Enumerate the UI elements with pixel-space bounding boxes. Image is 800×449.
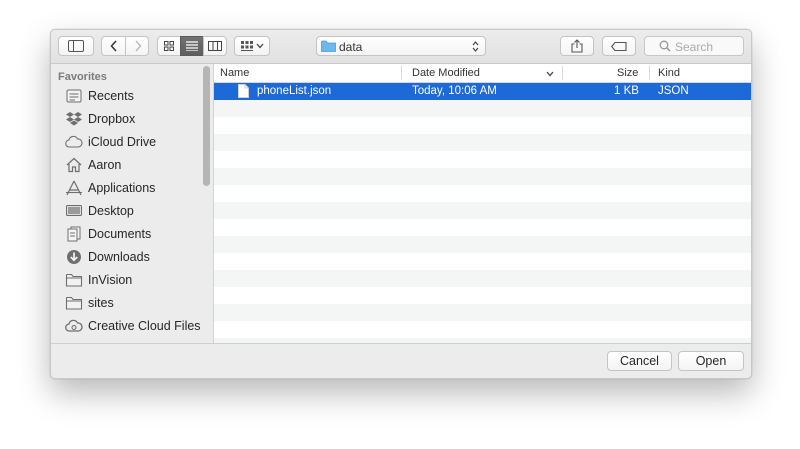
column-name-header[interactable]: Name [220,67,249,79]
empty-row [214,253,751,270]
back-button[interactable] [102,37,126,55]
applications-icon [66,180,82,196]
view-mode-control [157,36,227,56]
sidebar-toggle-button[interactable] [58,36,94,56]
share-icon [571,39,583,53]
share-button[interactable] [560,36,594,56]
sidebar-item-recents[interactable]: Recents [51,85,201,107]
creative-cloud-icon [65,319,83,332]
bottom-bar: Cancel Open [51,343,751,378]
cloud-icon [65,135,83,148]
chevron-down-icon [256,43,263,49]
folder-icon [65,273,83,287]
sidebar-item-label: Recents [88,89,134,103]
empty-row [214,151,751,168]
icon-view-button[interactable] [157,36,181,56]
sidebar-item-label: Downloads [88,250,150,264]
recents-icon [66,89,82,103]
file-kind: JSON [658,85,689,97]
column-view-button[interactable] [203,36,227,56]
back-forward-control [101,36,149,56]
search-icon [659,40,671,52]
empty-row [214,304,751,321]
sidebar-item-applications[interactable]: Applications [51,177,201,199]
sidebar: Favorites Recents Dropbox iCloud Drive A… [51,64,214,343]
empty-row [214,321,751,338]
tag-button[interactable] [602,36,636,56]
list-view-button[interactable] [180,36,204,56]
sidebar-item-label: Documents [88,227,152,241]
sidebar-item-label: iCloud Drive [88,135,157,149]
desktop-icon [66,205,82,216]
path-folder-label: data [339,40,363,54]
documents-icon [67,226,81,242]
empty-row [214,219,751,236]
empty-row [214,100,751,117]
sidebar-item-sites[interactable]: sites [51,292,201,314]
sidebar-item-label: sites [88,296,114,310]
file-list: Name Date Modified Size Kind phoneList.j… [214,64,751,343]
sidebar-item-desktop[interactable]: Desktop [51,200,201,222]
sidebar-heading-favorites: Favorites [58,71,107,83]
column-kind-header[interactable]: Kind [658,67,680,79]
sort-chevron-down-icon [546,71,554,77]
file-row-selected[interactable]: phoneList.json Today, 10:06 AM 1 KB JSON [214,83,751,100]
updown-chevron-icon [472,41,479,52]
empty-row [214,236,751,253]
sidebar-item-label: Creative Cloud Files [88,319,201,333]
arrange-menu-button[interactable] [234,36,270,56]
column-header: Name Date Modified Size Kind [214,64,751,83]
sidebar-item-downloads[interactable]: Downloads [51,246,201,268]
sidebar-item-label: Applications [88,181,156,195]
sidebar-item-label: Dropbox [88,112,136,126]
folder-icon [65,296,83,310]
list-icon [186,41,198,51]
chevron-right-icon [134,40,142,52]
sidebar-item-invision[interactable]: InVision [51,269,201,291]
empty-row [214,168,751,185]
forward-button[interactable] [126,37,149,55]
sidebar-item-label: Aaron [88,158,122,172]
icon-grid-icon [164,41,174,51]
open-file-dialog: data Search Favorites Recents Dropbox iC… [50,29,752,379]
sidebar-item-aaron[interactable]: Aaron [51,154,201,176]
tag-icon [611,41,627,51]
column-date-modified-header[interactable]: Date Modified [412,67,480,79]
sidebar-scrollbar[interactable] [203,66,210,186]
empty-row [214,202,751,219]
document-icon [238,84,249,98]
empty-row [214,185,751,202]
empty-row [214,287,751,304]
path-popup[interactable]: data [316,36,486,56]
sidebar-item-dropbox[interactable]: Dropbox [51,108,201,130]
search-field[interactable]: Search [644,36,744,56]
folder-icon [321,40,336,52]
file-date-modified: Today, 10:06 AM [412,85,497,97]
columns-icon [208,41,222,51]
cancel-button[interactable]: Cancel [607,351,672,371]
column-size-header[interactable]: Size [617,67,638,79]
dropbox-icon [66,112,82,126]
file-size: 1 KB [614,85,639,97]
home-icon [66,157,82,173]
toolbar: data Search [51,30,751,64]
sidebar-item-documents[interactable]: Documents [51,223,201,245]
empty-row [214,270,751,287]
chevron-left-icon [110,40,117,52]
sidebar-icon [68,40,84,52]
empty-row [214,117,751,134]
sidebar-item-label: Desktop [88,204,134,218]
search-placeholder: Search [675,40,714,54]
empty-row [214,134,751,151]
file-name: phoneList.json [257,85,332,97]
downloads-icon [67,250,81,264]
sidebar-item-label: InVision [88,273,133,287]
sidebar-item-creative-cloud-files[interactable]: Creative Cloud Files [51,315,211,337]
arrange-grid-icon [240,41,253,51]
sidebar-item-icloud-drive[interactable]: iCloud Drive [51,131,201,153]
open-button[interactable]: Open [678,351,744,371]
